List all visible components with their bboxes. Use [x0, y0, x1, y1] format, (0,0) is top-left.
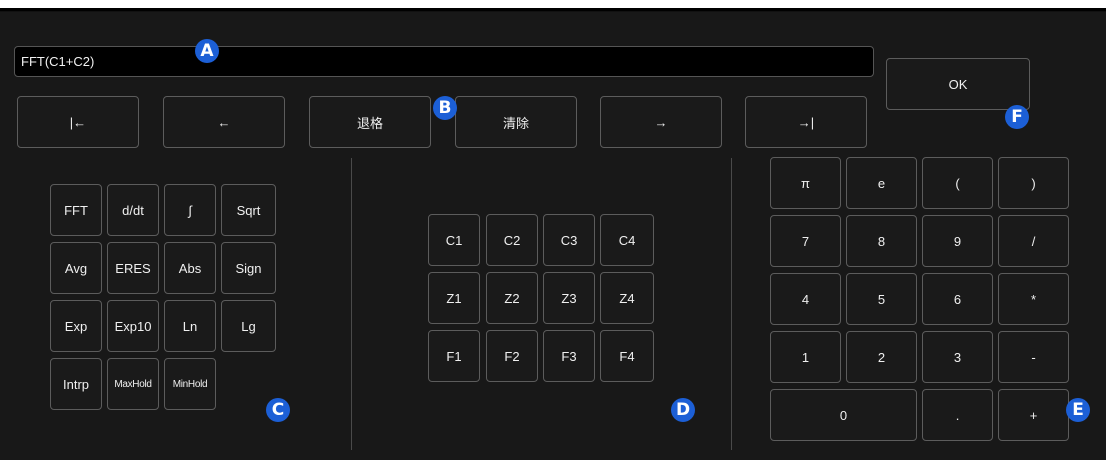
cursor-end-button[interactable]: →| — [745, 96, 867, 148]
expression-input[interactable]: FFT(C1+C2) — [14, 46, 874, 77]
key-multiply[interactable]: * — [998, 273, 1069, 325]
callout-marker-d: D — [671, 398, 695, 422]
source-f2-button[interactable]: F2 — [486, 330, 538, 382]
key-6[interactable]: 6 — [922, 273, 993, 325]
key-2[interactable]: 2 — [846, 331, 917, 383]
callout-marker-c: C — [266, 398, 290, 422]
source-c1-button[interactable]: C1 — [428, 214, 480, 266]
key-close-paren[interactable]: ) — [998, 157, 1069, 209]
key-divide[interactable]: / — [998, 215, 1069, 267]
cursor-left-button[interactable]: ← — [163, 96, 285, 148]
func-sqrt-button[interactable]: Sqrt — [221, 184, 276, 236]
source-f4-button[interactable]: F4 — [600, 330, 654, 382]
callout-marker-a: A — [195, 39, 219, 63]
func-exp10-button[interactable]: Exp10 — [107, 300, 159, 352]
ok-button[interactable]: OK — [886, 58, 1030, 110]
func-exp-button[interactable]: Exp — [50, 300, 102, 352]
backspace-button[interactable]: 退格 — [309, 96, 431, 148]
func-sign-button[interactable]: Sign — [221, 242, 276, 294]
source-z1-button[interactable]: Z1 — [428, 272, 480, 324]
cursor-right-button[interactable]: → — [600, 96, 722, 148]
key-5[interactable]: 5 — [846, 273, 917, 325]
callout-marker-b: B — [433, 96, 457, 120]
func-minhold-button[interactable]: MinHold — [164, 358, 216, 410]
key-plus[interactable]: + — [998, 389, 1069, 441]
key-3[interactable]: 3 — [922, 331, 993, 383]
callout-marker-f: F — [1005, 105, 1029, 129]
source-z3-button[interactable]: Z3 — [543, 272, 595, 324]
source-c3-button[interactable]: C3 — [543, 214, 595, 266]
func-abs-button[interactable]: Abs — [164, 242, 216, 294]
func-intrp-button[interactable]: Intrp — [50, 358, 102, 410]
key-0[interactable]: 0 — [770, 389, 917, 441]
cursor-home-button[interactable]: |← — [17, 96, 139, 148]
func-ln-button[interactable]: Ln — [164, 300, 216, 352]
key-8[interactable]: 8 — [846, 215, 917, 267]
source-f1-button[interactable]: F1 — [428, 330, 480, 382]
key-open-paren[interactable]: ( — [922, 157, 993, 209]
source-z4-button[interactable]: Z4 — [600, 272, 654, 324]
source-c2-button[interactable]: C2 — [486, 214, 538, 266]
key-decimal[interactable]: . — [922, 389, 993, 441]
math-expression-editor: FFT(C1+C2) |← ← 退格 清除 → →| OK FFT d/dt ∫… — [0, 11, 1106, 460]
key-1[interactable]: 1 — [770, 331, 841, 383]
func-fft-button[interactable]: FFT — [50, 184, 102, 236]
source-f3-button[interactable]: F3 — [543, 330, 595, 382]
key-7[interactable]: 7 — [770, 215, 841, 267]
source-z2-button[interactable]: Z2 — [486, 272, 538, 324]
key-pi[interactable]: π — [770, 157, 841, 209]
callout-marker-e: E — [1066, 398, 1090, 422]
func-derivative-button[interactable]: d/dt — [107, 184, 159, 236]
func-avg-button[interactable]: Avg — [50, 242, 102, 294]
func-eres-button[interactable]: ERES — [107, 242, 159, 294]
key-4[interactable]: 4 — [770, 273, 841, 325]
clear-button[interactable]: 清除 — [455, 96, 577, 148]
key-minus[interactable]: - — [998, 331, 1069, 383]
func-maxhold-button[interactable]: MaxHold — [107, 358, 159, 410]
func-integral-button[interactable]: ∫ — [164, 184, 216, 236]
key-9[interactable]: 9 — [922, 215, 993, 267]
divider-left — [351, 158, 352, 450]
func-lg-button[interactable]: Lg — [221, 300, 276, 352]
source-c4-button[interactable]: C4 — [600, 214, 654, 266]
key-e[interactable]: e — [846, 157, 917, 209]
divider-right — [731, 158, 732, 450]
